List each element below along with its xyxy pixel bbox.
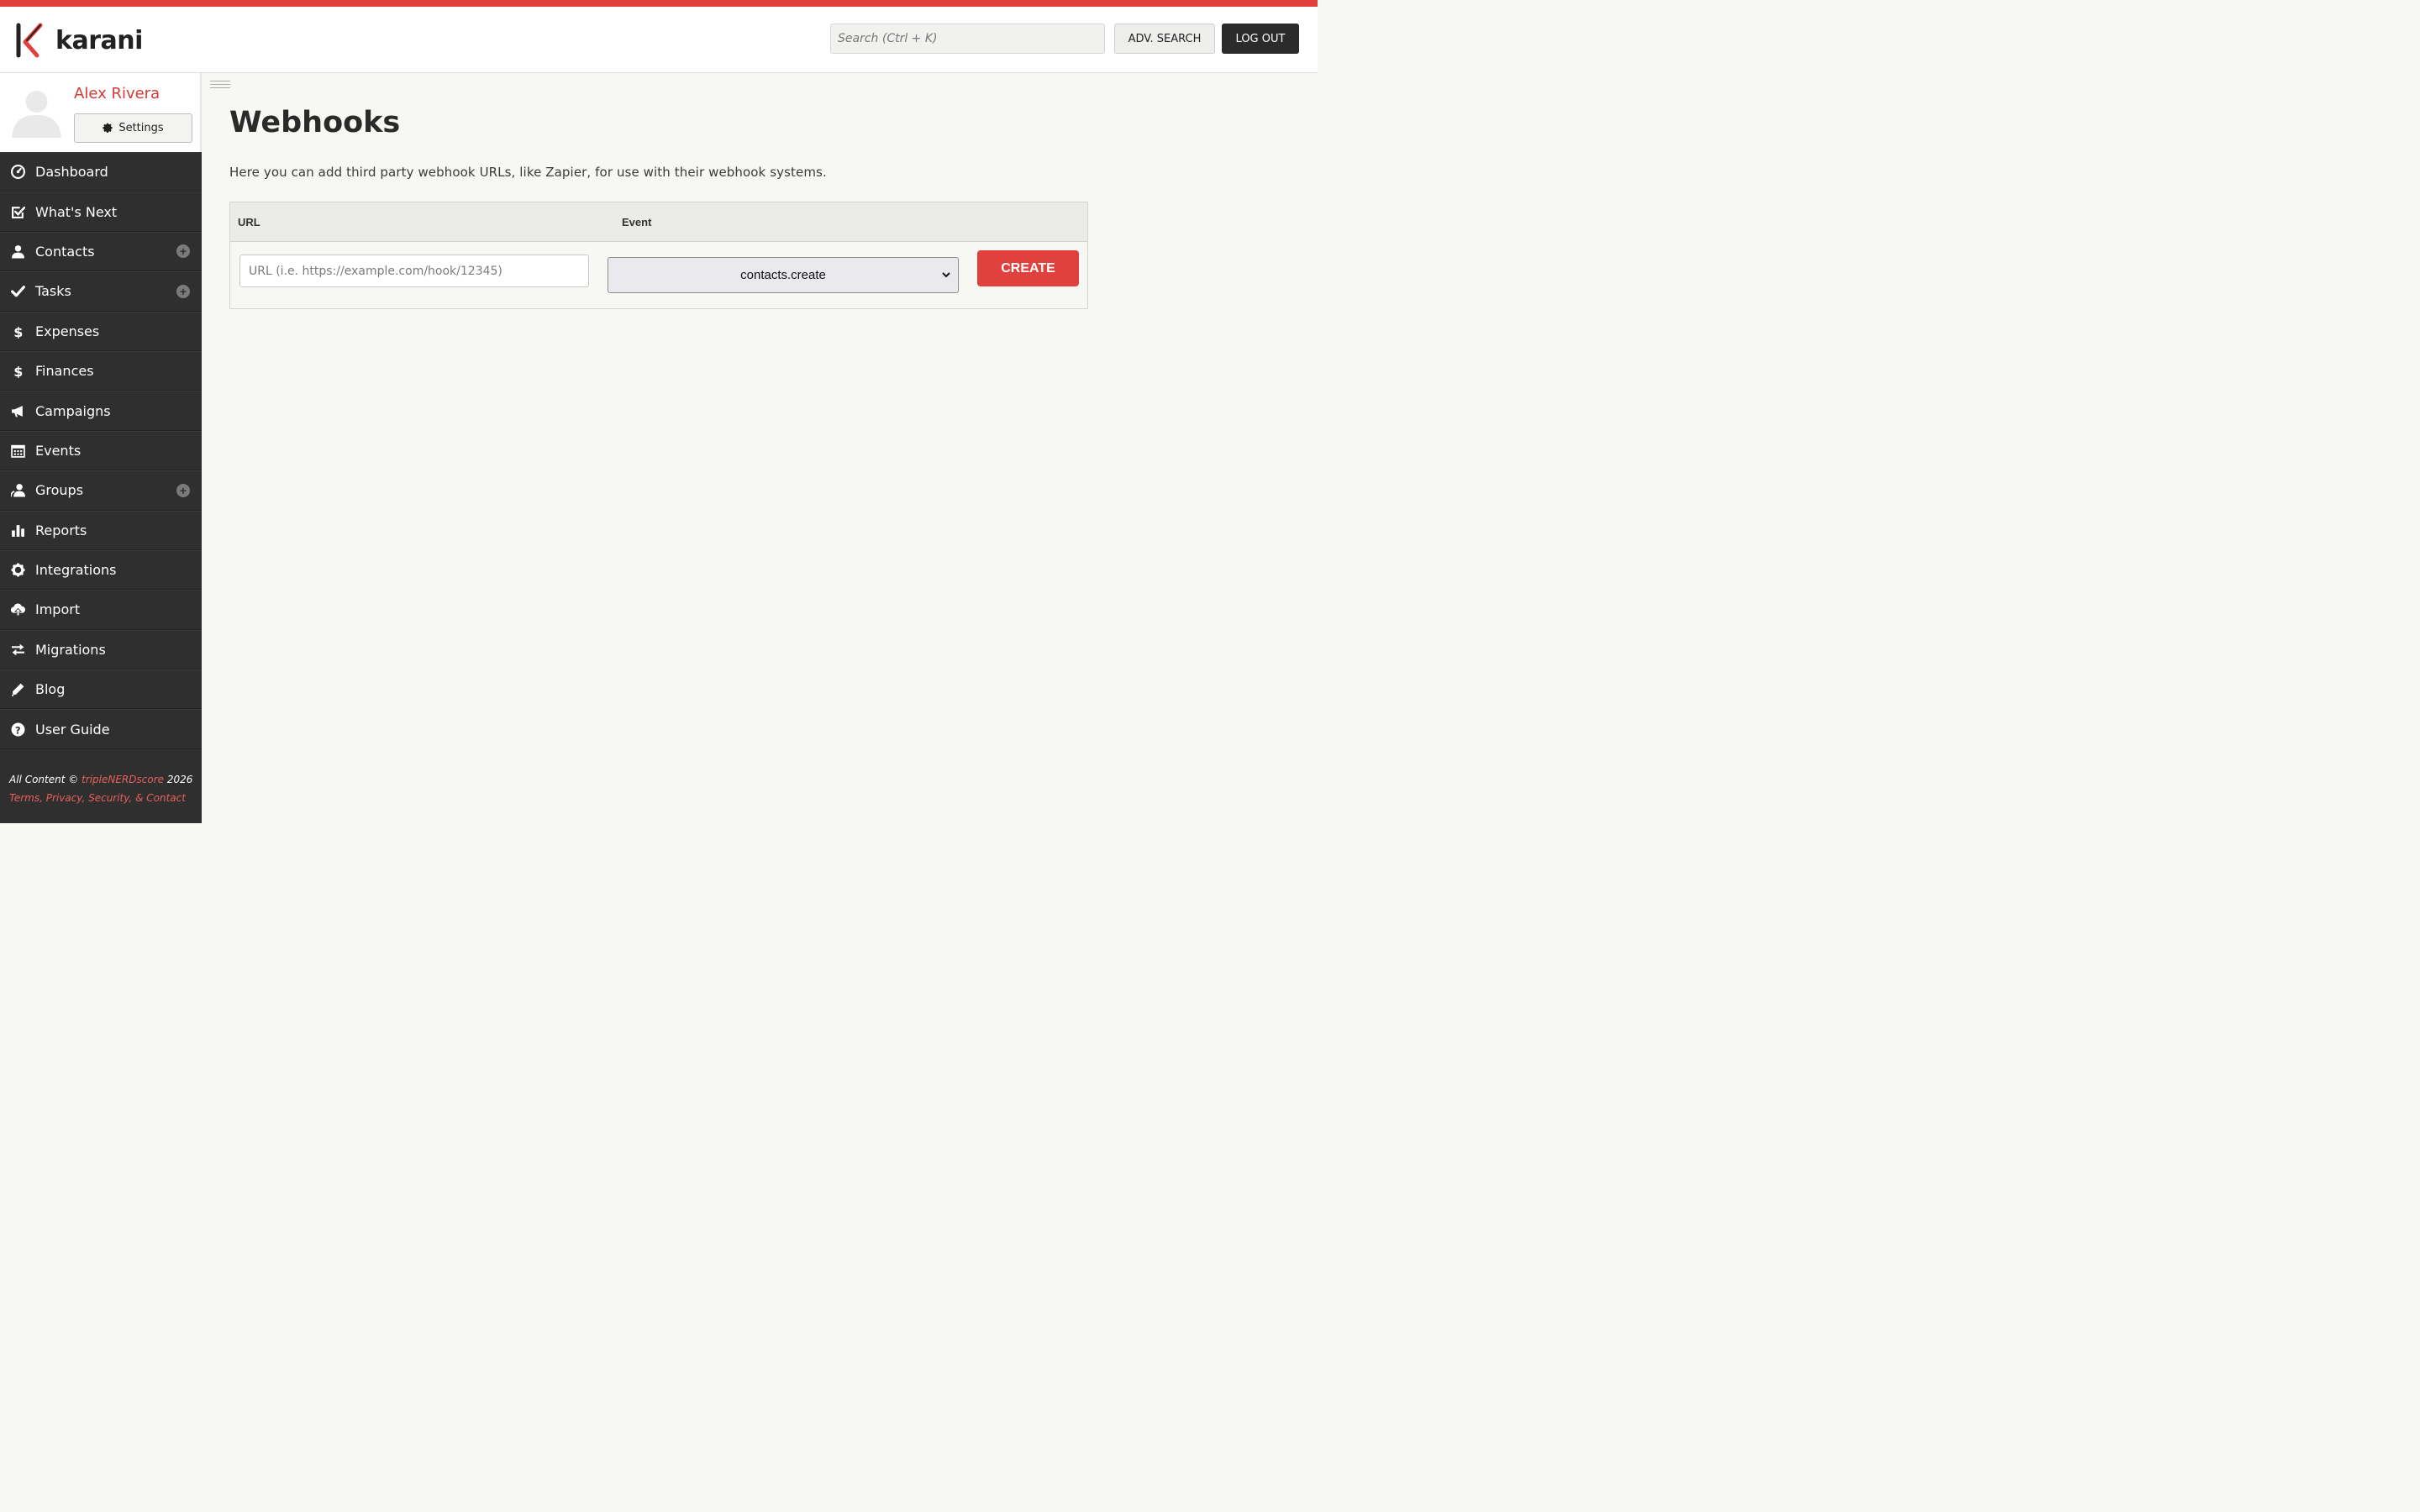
check-icon [10, 284, 25, 299]
svg-text:$: $ [13, 364, 23, 378]
sidebar-item-label: Groups [35, 482, 84, 499]
webhook-url-input[interactable] [239, 255, 589, 287]
sidebar-item-tasks[interactable]: Tasks + [0, 271, 202, 312]
users-icon [10, 483, 25, 498]
sidebar-item-label: Finances [35, 363, 94, 380]
sidebar: Alex Rivera Settings Dashboard What's Ne… [0, 73, 202, 823]
top-accent-stripe [0, 0, 1318, 7]
search-input[interactable] [830, 24, 1105, 54]
sidebar-item-dashboard[interactable]: Dashboard [0, 152, 202, 192]
pencil-icon [10, 682, 25, 697]
user-name[interactable]: Alex Rivera [74, 85, 160, 102]
page-title: Webhooks [229, 106, 401, 139]
sidebar-item-label: Reports [35, 522, 87, 538]
advanced-search-button[interactable]: ADV. SEARCH [1114, 24, 1215, 54]
user-icon [10, 244, 25, 259]
dollar-icon: $ [10, 323, 25, 339]
sidebar-item-campaigns[interactable]: Campaigns [0, 391, 202, 431]
add-group-icon[interactable]: + [176, 483, 190, 497]
page-description: Here you can add third party webhook URL… [229, 165, 827, 180]
copyright-prefix: All Content © [9, 774, 79, 785]
dollar-icon: $ [10, 364, 25, 379]
sidebar-item-label: Import [35, 601, 81, 618]
sidebar-item-contacts[interactable]: Contacts + [0, 231, 202, 272]
brand-name: karani [55, 25, 143, 55]
gear-icon [10, 563, 25, 578]
gear-icon [103, 123, 113, 133]
company-link[interactable]: tripleNERDscore [82, 774, 164, 785]
sidebar-item-expenses[interactable]: $ Expenses [0, 311, 202, 351]
settings-button[interactable]: Settings [74, 113, 192, 143]
dashboard-icon [10, 165, 25, 180]
event-selected-value: contacts.create [740, 268, 826, 282]
user-profile-panel: Alex Rivera Settings [0, 73, 202, 152]
event-select[interactable]: contacts.create [608, 257, 959, 293]
sidebar-item-groups[interactable]: Groups + [0, 470, 202, 511]
calendar-icon [10, 443, 25, 458]
sidebar-item-label: Migrations [35, 641, 106, 658]
sidebar-item-integrations[interactable]: Integrations [0, 549, 202, 591]
sidebar-item-label: Events [35, 442, 82, 459]
webhooks-table: URL Event contacts.create CREATE [229, 202, 1088, 309]
cloud-upload-icon [10, 602, 25, 617]
sidebar-item-label: Contacts [35, 243, 95, 260]
svg-text:?: ? [14, 724, 20, 736]
create-webhook-button[interactable]: CREATE [977, 250, 1079, 286]
brand-logo[interactable]: karani [15, 22, 143, 59]
sidebar-item-migrations[interactable]: Migrations [0, 629, 202, 670]
sidebar-item-label: Dashboard [35, 164, 108, 181]
legal-links[interactable]: Terms, Privacy, Security, & Contact [9, 792, 186, 804]
copyright-line: All Content © tripleNERDscore 2026 [9, 774, 192, 785]
add-contact-icon[interactable]: + [176, 244, 190, 259]
sidebar-item-label: Blog [35, 681, 66, 698]
column-header-url: URL [238, 216, 260, 228]
bar-chart-icon [10, 522, 25, 538]
sidebar-item-label: User Guide [35, 721, 110, 738]
main-navigation: Dashboard What's Next Contacts + Tasks +… [0, 152, 202, 749]
karani-logo-icon [16, 23, 43, 58]
sidebar-item-reports[interactable]: Reports [0, 510, 202, 550]
sidebar-item-label: Campaigns [35, 402, 111, 419]
sidebar-item-label: Tasks [35, 283, 71, 300]
sidebar-item-whats-next[interactable]: What's Next [0, 192, 202, 232]
column-header-event: Event [622, 216, 652, 228]
sidebar-item-user-guide[interactable]: ? User Guide [0, 709, 202, 749]
sidebar-item-events[interactable]: Events [0, 430, 202, 471]
sidebar-item-label: What's Next [35, 203, 118, 220]
sidebar-toggle-icon[interactable] [210, 81, 230, 91]
sidebar-item-label: Integrations [35, 562, 117, 579]
megaphone-icon [10, 403, 25, 418]
logout-button[interactable]: LOG OUT [1222, 24, 1299, 54]
sidebar-item-label: Expenses [35, 323, 100, 339]
settings-label: Settings [118, 122, 164, 134]
sidebar-item-blog[interactable]: Blog [0, 669, 202, 710]
check-square-icon [10, 204, 25, 219]
exchange-icon [10, 642, 25, 657]
chevron-down-icon [942, 272, 950, 278]
avatar-placeholder-icon[interactable] [8, 83, 65, 138]
sidebar-item-import[interactable]: Import [0, 590, 202, 630]
app-header: karani ADV. SEARCH LOG OUT [0, 7, 1318, 73]
table-header: URL Event [230, 202, 1087, 242]
question-icon: ? [10, 722, 25, 737]
sidebar-item-finances[interactable]: $ Finances [0, 350, 202, 391]
add-task-icon[interactable]: + [176, 284, 190, 298]
copyright-year: 2026 [166, 774, 193, 785]
svg-text:$: $ [13, 324, 23, 339]
